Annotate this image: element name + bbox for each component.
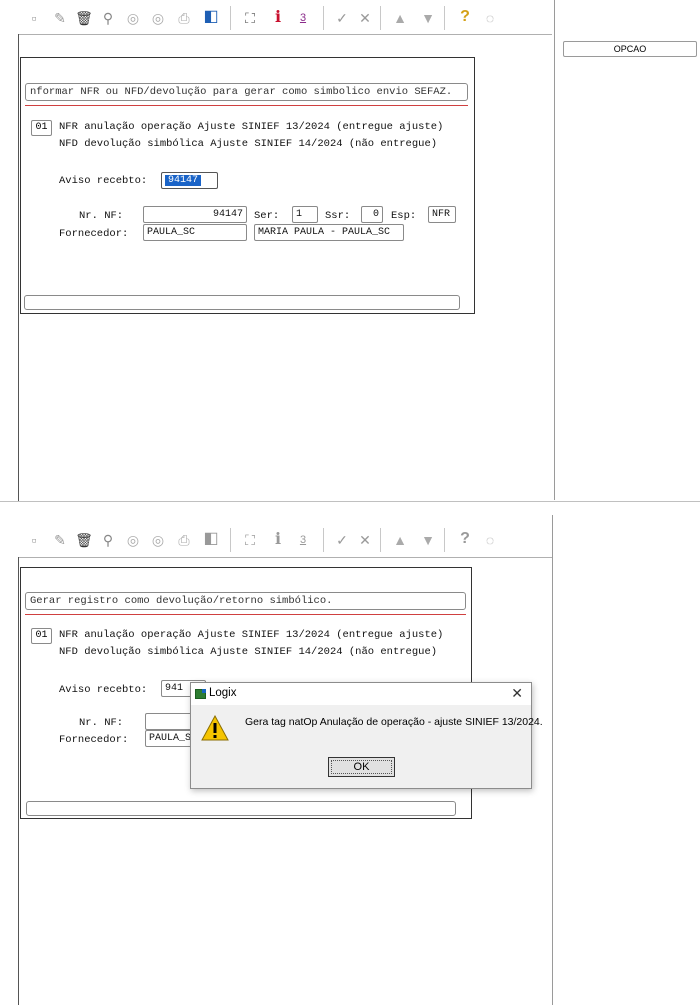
report-icon[interactable]: 3 xyxy=(293,530,313,550)
dialog-title: Logix xyxy=(209,687,237,699)
toolbar-separator xyxy=(444,6,445,30)
comment-icon[interactable]: ◌ xyxy=(480,530,500,550)
aviso-label: Aviso recebto: xyxy=(59,175,148,187)
edit-icon[interactable]: ✎ xyxy=(50,8,70,28)
down-icon[interactable]: ▼ xyxy=(418,8,438,28)
message-underline xyxy=(25,614,466,615)
down-icon[interactable]: ▼ xyxy=(418,530,438,550)
search-icon[interactable]: ⚲ xyxy=(98,8,118,28)
toolbar-separator xyxy=(230,6,231,30)
previous-icon[interactable]: ◎ xyxy=(123,530,143,550)
previous-icon[interactable]: ◎ xyxy=(123,8,143,28)
right-border xyxy=(552,515,553,1005)
help-icon[interactable]: ? xyxy=(455,529,475,549)
option-code[interactable]: 01 xyxy=(31,120,52,136)
print-icon[interactable]: ⎙ xyxy=(174,8,194,28)
toolbar-separator xyxy=(323,6,324,30)
option-code[interactable]: 01 xyxy=(31,628,52,644)
check-icon[interactable]: ✓ xyxy=(332,530,352,550)
nf-label: Nr. NF: xyxy=(79,717,124,729)
tools-icon[interactable]: ✕ xyxy=(355,530,375,550)
exit-icon[interactable]: ◧ xyxy=(201,7,221,27)
toolbar-separator xyxy=(230,528,231,552)
tools-icon[interactable]: ✕ xyxy=(355,8,375,28)
esp-input[interactable]: NFR xyxy=(428,206,456,223)
option-nfd-label: NFD devolução simbólica Ajuste SINIEF 14… xyxy=(59,138,438,150)
fornecedor-code-input[interactable]: PAULA_SC xyxy=(143,224,247,241)
up-icon[interactable]: ▲ xyxy=(390,8,410,28)
logix-dialog: Logix ✕ Gera tag natOp Anulação de opera… xyxy=(190,682,543,789)
search-icon[interactable]: ⚲ xyxy=(98,530,118,550)
option-nfd-label: NFD devolução simbólica Ajuste SINIEF 14… xyxy=(59,646,438,658)
toolbar-separator xyxy=(380,528,381,552)
ok-button[interactable]: OK xyxy=(328,757,395,777)
binoculars-icon[interactable]: ⛶ xyxy=(240,530,260,550)
new-icon[interactable]: ▫ xyxy=(24,8,44,28)
warning-icon xyxy=(201,715,229,741)
status-bar xyxy=(24,295,460,310)
right-border xyxy=(554,0,555,500)
next-icon[interactable]: ◎ xyxy=(148,8,168,28)
nf-label: Nr. NF: xyxy=(79,210,124,222)
nf-input[interactable]: 94147 xyxy=(143,206,247,223)
form-panel: nformar NFR ou NFD/devolução para gerar … xyxy=(20,57,475,314)
binoculars-icon[interactable]: ⛶ xyxy=(240,8,260,28)
logix-app-icon xyxy=(195,689,206,699)
message-underline xyxy=(25,105,468,106)
status-bar xyxy=(26,801,456,816)
ser-label: Ser: xyxy=(254,210,280,222)
close-icon[interactable]: ✕ xyxy=(511,685,523,702)
ssr-input[interactable]: 0 xyxy=(361,206,383,223)
info-icon[interactable]: i xyxy=(268,7,288,27)
aviso-label: Aviso recebto: xyxy=(59,684,148,696)
option-nfr-label: NFR anulação operação Ajuste SINIEF 13/2… xyxy=(59,121,444,133)
up-icon[interactable]: ▲ xyxy=(390,530,410,550)
fornecedor-name-field: MARIA PAULA - PAULA_SC xyxy=(254,224,404,241)
toolbar-separator xyxy=(323,528,324,552)
left-border xyxy=(18,34,19,501)
option-nfr-label: NFR anulação operação Ajuste SINIEF 13/2… xyxy=(59,629,444,641)
comment-icon[interactable]: ◌ xyxy=(480,8,500,28)
screen-divider xyxy=(0,501,700,502)
ser-input[interactable]: 1 xyxy=(292,206,318,223)
dialog-titlebar[interactable]: Logix ✕ xyxy=(191,683,531,705)
delete-icon[interactable]: 🗑 xyxy=(74,530,94,550)
toolbar-divider xyxy=(18,557,552,558)
report-icon[interactable]: 3 xyxy=(293,8,313,28)
message-field: Gerar registro como devolução/retorno si… xyxy=(25,592,466,610)
exit-icon[interactable]: ◧ xyxy=(201,529,221,549)
message-field: nformar NFR ou NFD/devolução para gerar … xyxy=(25,83,468,101)
print-icon[interactable]: ⎙ xyxy=(174,530,194,550)
opcao-button[interactable]: OPCAO xyxy=(563,41,697,57)
esp-label: Esp: xyxy=(391,210,417,222)
info-icon[interactable]: i xyxy=(268,529,288,549)
fornecedor-label: Fornecedor: xyxy=(59,734,129,746)
fornecedor-label: Fornecedor: xyxy=(59,228,129,240)
aviso-input[interactable]: 94147 xyxy=(161,172,218,189)
dialog-message: Gera tag natOp Anulação de operação - aj… xyxy=(245,716,543,728)
next-icon[interactable]: ◎ xyxy=(148,530,168,550)
toolbar-divider xyxy=(18,34,552,35)
ssr-label: Ssr: xyxy=(325,210,351,222)
aviso-value: 94147 xyxy=(165,175,202,186)
left-border xyxy=(18,557,19,1005)
delete-icon[interactable]: 🗑 xyxy=(74,8,94,28)
toolbar-separator xyxy=(444,528,445,552)
new-icon[interactable]: ▫ xyxy=(24,530,44,550)
edit-icon[interactable]: ✎ xyxy=(50,530,70,550)
toolbar-separator xyxy=(380,6,381,30)
check-icon[interactable]: ✓ xyxy=(332,8,352,28)
help-icon[interactable]: ? xyxy=(455,7,475,27)
ok-label: OK xyxy=(353,761,370,773)
